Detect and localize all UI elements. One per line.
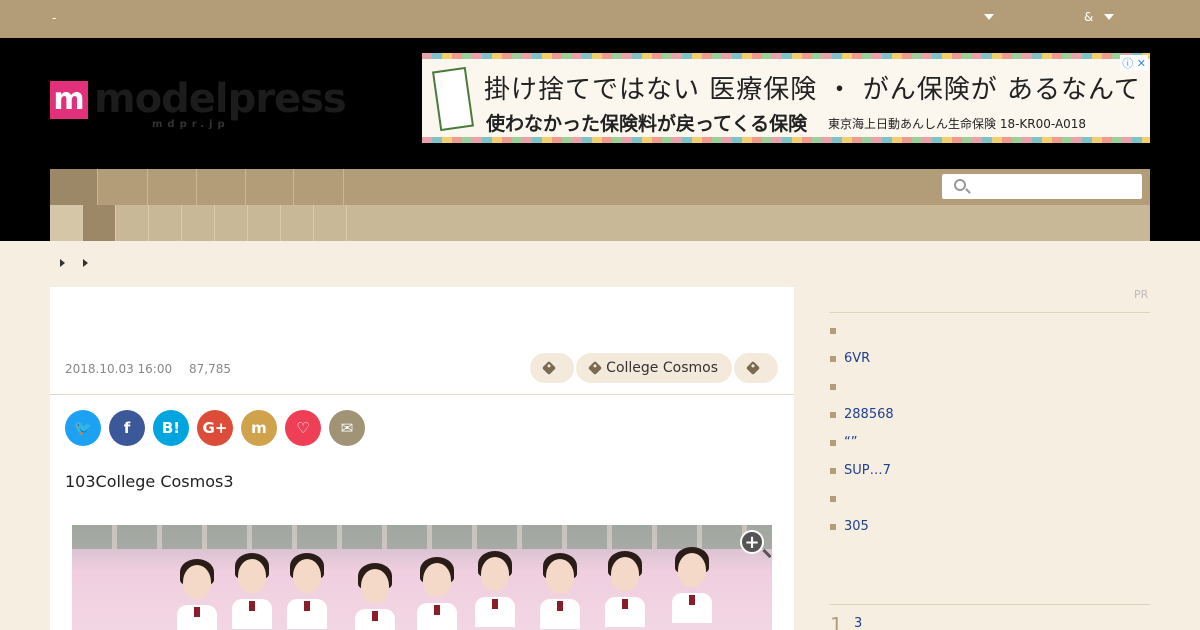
- photo-background: [72, 525, 772, 549]
- sidebar-item[interactable]: SUP…7: [830, 457, 1150, 485]
- share-buttons: 🐦 f B! G+ m ♡ ✉: [65, 410, 365, 446]
- mixi-share-icon[interactable]: m: [241, 410, 277, 446]
- ad-subheadline: 使わなかった保険料が戻ってくる保険: [486, 113, 808, 135]
- sidebar-item-label: SUP…7: [844, 463, 891, 478]
- top-bar: - &: [0, 0, 1200, 38]
- logo-subtitle: mdpr.jp: [152, 119, 230, 130]
- photo-person: [540, 549, 580, 629]
- tag-icon: [542, 360, 557, 376]
- dropdown-caret-icon[interactable]: [1104, 14, 1114, 20]
- logo-wordmark[interactable]: modelpress: [94, 76, 347, 122]
- subnav-item[interactable]: [116, 205, 149, 241]
- pr-label: PR: [1134, 288, 1149, 301]
- photo-person: [605, 547, 645, 627]
- sidebar-item[interactable]: “”: [830, 429, 1150, 457]
- photo-person: [355, 559, 395, 630]
- bullet-icon: [830, 468, 836, 474]
- bullet-icon: [830, 384, 836, 390]
- nav-item[interactable]: [246, 169, 294, 205]
- subnav-item[interactable]: [149, 205, 182, 241]
- mail-share-icon[interactable]: ✉: [329, 410, 365, 446]
- ad-scroll-icon: [431, 66, 475, 132]
- tag-icon: [745, 360, 761, 376]
- breadcrumb-arrow-icon[interactable]: [83, 259, 88, 267]
- nav-item[interactable]: [294, 169, 344, 205]
- bullet-icon: [830, 412, 836, 418]
- bullet-icon: [830, 328, 836, 334]
- search-input[interactable]: [974, 176, 1134, 197]
- search-icon[interactable]: [954, 179, 966, 191]
- photo-person: [672, 543, 712, 623]
- sidebar-item[interactable]: [830, 317, 1150, 345]
- photo-person: [475, 547, 515, 627]
- pocket-share-icon[interactable]: ♡: [285, 410, 321, 446]
- article-card: 2018.10.03 16:00 87,785 College Cosmos 🐦…: [50, 287, 794, 630]
- sidebar-item[interactable]: 305: [830, 513, 1150, 541]
- logo-mark[interactable]: m: [50, 81, 88, 119]
- tag-label: College Cosmos: [606, 360, 718, 376]
- photo-person: [232, 549, 272, 629]
- ad-close-icon[interactable]: ⓘ ✕: [1120, 55, 1148, 71]
- tag-list: College Cosmos: [530, 353, 778, 383]
- sidebar-item[interactable]: [830, 373, 1150, 401]
- breadcrumb-arrow-icon[interactable]: [60, 259, 65, 267]
- sidebar-item[interactable]: 6VR: [830, 345, 1150, 373]
- ranking-item-label[interactable]: 3: [854, 616, 862, 630]
- top-bar-left-text[interactable]: -: [52, 11, 56, 25]
- sidebar-item-label: 6VR: [844, 351, 871, 366]
- sidebar-divider: [830, 312, 1150, 313]
- article-views: 87,785: [189, 362, 231, 376]
- article-photo[interactable]: [72, 525, 772, 630]
- secondary-nav: [50, 205, 1150, 241]
- photo-person: [287, 549, 327, 629]
- ad-sponsor: 東京海上日動あんしん生命保険 18-KR00-A018: [828, 117, 1087, 131]
- nav-item-home[interactable]: [50, 169, 98, 205]
- sidebar-item-label: “”: [844, 435, 858, 450]
- search-box[interactable]: [942, 174, 1142, 199]
- article-lead: 103College Cosmos3: [65, 472, 234, 491]
- bullet-icon: [830, 524, 836, 530]
- sidebar-divider: [830, 604, 1150, 605]
- tag-chip[interactable]: College Cosmos: [576, 353, 732, 383]
- ad-banner[interactable]: 掛け捨てではない 医療保険 ・ がん保険が あるなんて 使わなかった保険料が戻っ…: [422, 53, 1150, 143]
- facebook-share-icon[interactable]: f: [109, 410, 145, 446]
- ranking-number: 1: [830, 613, 843, 630]
- zoom-in-icon[interactable]: +: [740, 530, 764, 554]
- photo-person: [417, 553, 457, 630]
- logo-mark-letter: m: [53, 82, 85, 117]
- subnav-item[interactable]: [314, 205, 347, 241]
- sidebar-item-label: 305: [844, 519, 869, 534]
- subnav-item[interactable]: [182, 205, 215, 241]
- subnav-item[interactable]: [281, 205, 314, 241]
- nav-item[interactable]: [197, 169, 246, 205]
- nav-item[interactable]: [98, 169, 148, 205]
- sidebar-item[interactable]: [830, 485, 1150, 513]
- google-plus-share-icon[interactable]: G+: [197, 410, 233, 446]
- subnav-item-active[interactable]: [83, 205, 116, 241]
- ad-stripe-bottom: [422, 137, 1150, 143]
- twitter-share-icon[interactable]: 🐦: [65, 410, 101, 446]
- bullet-icon: [830, 356, 836, 362]
- subnav-item[interactable]: [215, 205, 248, 241]
- top-bar-right-text[interactable]: &: [1084, 10, 1093, 24]
- tag-chip[interactable]: [734, 353, 778, 383]
- article-divider: [50, 394, 794, 395]
- hatena-share-icon[interactable]: B!: [153, 410, 189, 446]
- subnav-item[interactable]: [248, 205, 281, 241]
- ad-headline: 掛け捨てではない 医療保険 ・ がん保険が あるなんて: [484, 75, 1141, 105]
- photo-person: [177, 555, 217, 630]
- bullet-icon: [830, 440, 836, 446]
- tag-chip[interactable]: [530, 353, 575, 383]
- nav-item[interactable]: [148, 169, 197, 205]
- ad-stripe-top: [422, 53, 1150, 59]
- sidebar-item[interactable]: 288568: [830, 401, 1150, 429]
- sidebar-item-label: 288568: [844, 407, 894, 422]
- bullet-icon: [830, 496, 836, 502]
- subnav-item[interactable]: [50, 205, 83, 241]
- tag-icon: [588, 360, 603, 376]
- article-date: 2018.10.03 16:00: [65, 362, 173, 376]
- dropdown-caret-icon[interactable]: [984, 14, 994, 20]
